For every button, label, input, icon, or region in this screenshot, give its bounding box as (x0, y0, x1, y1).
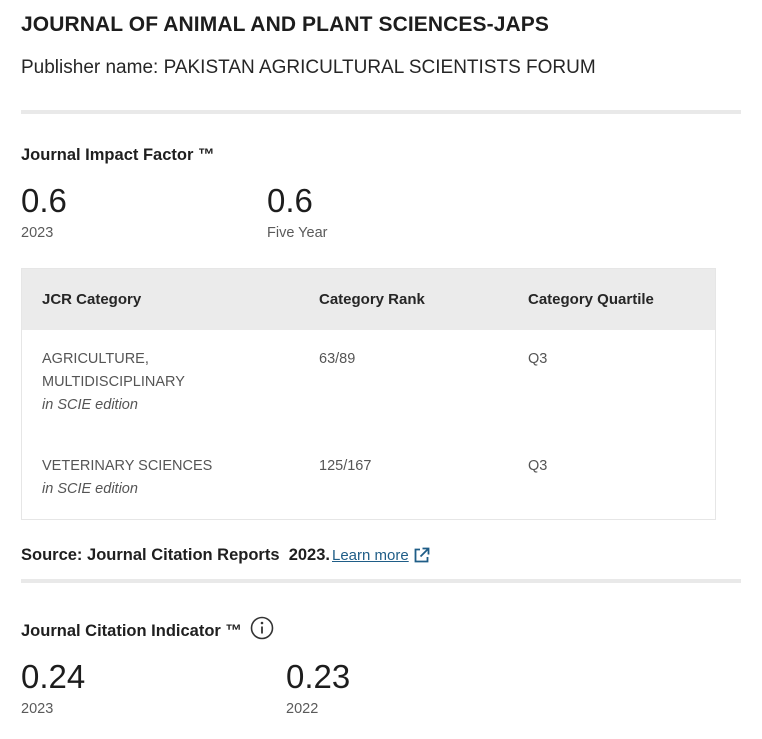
category-name: AGRICULTURE, (42, 351, 149, 367)
source-text: Source: Journal Citation Reports 2023. (21, 546, 330, 564)
source-line: Source: Journal Citation Reports 2023. L… (21, 546, 430, 565)
column-header-category-quartile: Category Quartile (528, 291, 654, 308)
category-quartile: Q3 (528, 351, 548, 367)
citation-indicator-title-row: Journal Citation Indicator ™ (21, 616, 274, 641)
column-header-jcr-category: JCR Category (42, 291, 142, 308)
five-year-label: Five Year (267, 225, 328, 241)
edition-label: in SCIE edition (42, 481, 138, 497)
jcr-category-table: JCR Category Category Rank Category Quar… (21, 268, 716, 520)
category-rank: 125/167 (319, 458, 372, 474)
journal-title: JOURNAL OF ANIMAL AND PLANT SCIENCES-JAP… (21, 13, 549, 36)
impact-factor-year-label: 2023 (21, 225, 54, 241)
citation-indicator-title: Journal Citation Indicator ™ (21, 622, 242, 640)
section-divider (21, 579, 741, 583)
category-name: VETERINARY SCIENCES (42, 458, 213, 474)
previous-year-label: 2022 (286, 701, 319, 717)
citation-indicator-value: 0.24 (21, 658, 86, 695)
info-icon[interactable] (250, 616, 274, 640)
five-year-impact-factor-value: 0.6 (267, 182, 313, 219)
column-header-category-rank: Category Rank (319, 291, 425, 308)
table-row: VETERINARY SCIENCES in SCIE edition (42, 455, 212, 501)
citation-indicator-year-label: 2023 (21, 701, 54, 717)
learn-more-link[interactable]: Learn more (332, 547, 430, 564)
table-header: JCR Category Category Rank Category Quar… (22, 269, 715, 330)
publisher-name: Publisher name: PAKISTAN AGRICULTURAL SC… (21, 57, 596, 78)
previous-citation-indicator-value: 0.23 (286, 658, 351, 695)
category-rank: 63/89 (319, 351, 356, 367)
external-link-icon (414, 547, 430, 563)
category-quartile: Q3 (528, 458, 548, 474)
section-divider (21, 110, 741, 114)
table-row: AGRICULTURE, MULTIDISCIPLINARY in SCIE e… (42, 348, 185, 417)
learn-more-label: Learn more (332, 547, 409, 564)
category-name-continued: MULTIDISCIPLINARY (42, 374, 185, 390)
edition-label: in SCIE edition (42, 397, 138, 413)
impact-factor-title: Journal Impact Factor ™ (21, 146, 215, 164)
impact-factor-value: 0.6 (21, 182, 67, 219)
